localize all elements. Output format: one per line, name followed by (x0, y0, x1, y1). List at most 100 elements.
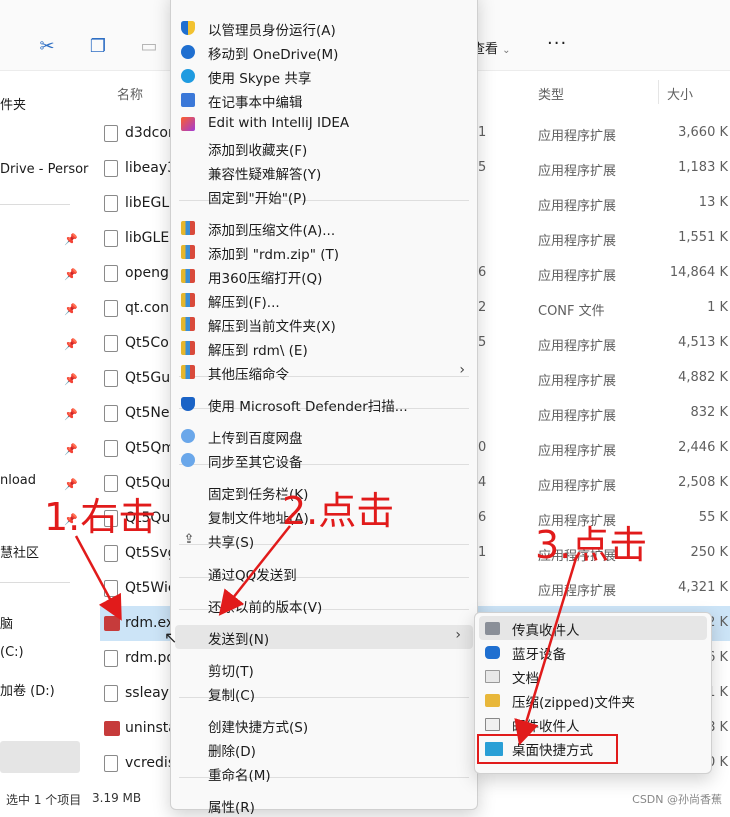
nav-item-community[interactable]: 慧社区 (0, 542, 39, 561)
menu-item-microsoft-defender[interactable]: 使用 Microsoft Defender扫描... (171, 392, 477, 416)
menu-item-p[interactable]: 固定到"开始"(P) (171, 184, 477, 208)
menu-item-label: 重命名(M) (208, 768, 271, 784)
menu-item-y[interactable]: 兼容性疑难解答(Y) (171, 160, 477, 184)
menu-item-label: 用360压缩打开(Q) (208, 271, 323, 287)
send-to-label: 邮件收件人 (512, 719, 580, 735)
menu-item-t[interactable]: 剪切(T) (171, 657, 477, 681)
send-to-item-zip-folder[interactable]: 压缩(zipped)文件夹 (475, 688, 711, 712)
file-name: openg (125, 265, 169, 281)
file-type: 应用程序扩展 (538, 234, 617, 249)
send-to-item-document[interactable]: 文档 (475, 664, 711, 688)
menu-item-m[interactable]: 重命名(M) (171, 761, 477, 785)
file-name: Qt5Ne (125, 405, 170, 421)
file-type: 应用程序扩展 (538, 164, 617, 179)
send-to-item-fax[interactable]: 传真收件人 (479, 616, 707, 640)
paste-icon[interactable]: ▭ (138, 36, 160, 58)
nav-item-download[interactable]: nload (0, 473, 36, 488)
pin-icon: 📌 (64, 268, 78, 281)
navigation-pane: 件夹 Drive - Persor 📌 📌 📌 📌 📌 📌 📌 nload 📌 … (0, 70, 88, 790)
file-date: 5 (478, 160, 487, 175)
menu-item-label: 解压到当前文件夹(X) (208, 319, 336, 335)
menu-item-label: 共享(S) (208, 535, 255, 551)
file-icon (104, 195, 118, 212)
menu-item-onedrive-m[interactable]: 移动到 OneDrive(M) (171, 40, 477, 64)
menu-item-n[interactable]: 发送到(N) › (175, 625, 473, 649)
send-to-item-bluetooth[interactable]: 蓝牙设备 (475, 640, 711, 664)
menu-item-label: 添加到 "rdm.zip" (T) (208, 247, 340, 263)
menu-item-skype[interactable]: 使用 Skype 共享 (171, 64, 477, 88)
bluetooth-icon (485, 646, 500, 659)
send-to-label: 传真收件人 (512, 623, 580, 639)
file-size: 1 K (707, 300, 728, 315)
menu-item-a[interactable]: 添加到压缩文件(A)... (171, 216, 477, 240)
cut-icon[interactable]: ✂ (36, 36, 58, 58)
shield-icon (181, 21, 195, 35)
menu-item-v[interactable]: 还原以前的版本(V) (171, 593, 477, 617)
menu-item-c[interactable]: 复制(C) (171, 681, 477, 705)
archive-icon (181, 293, 195, 307)
column-header-name[interactable]: 名称 (117, 84, 143, 103)
file-type: 应用程序扩展 (538, 269, 617, 284)
menu-item-qq[interactable]: 通过QQ发送到 (171, 561, 477, 585)
column-header-type[interactable]: 类型 (538, 84, 564, 103)
file-size: 13 K (698, 195, 728, 210)
archive-icon (181, 245, 195, 259)
file-icon (104, 545, 118, 562)
menu-item-item-3[interactable]: 在记事本中编辑 (171, 88, 477, 112)
menu-item-label: 通过QQ发送到 (208, 568, 297, 584)
menu-item-f[interactable]: 解压到(F)... (171, 288, 477, 312)
notepad-icon (181, 93, 195, 107)
menu-item-label: 其他压缩命令 (208, 367, 289, 383)
menu-item-360-q[interactable]: 用360压缩打开(Q) (171, 264, 477, 288)
file-date: 4 (478, 475, 487, 490)
menu-item-item-17[interactable]: 同步至其它设备 (171, 448, 477, 472)
file-icon (104, 370, 118, 387)
file-icon (104, 265, 118, 282)
defender-icon (181, 397, 195, 411)
send-to-item-mail[interactable]: 邮件收件人 (475, 712, 711, 736)
menu-item-rdm-zip-t[interactable]: 添加到 "rdm.zip" (T) (171, 240, 477, 264)
menu-item-edit-with-intellij-idea[interactable]: Edit with IntelliJ IDEA (171, 112, 477, 136)
nav-item-onedrive[interactable]: Drive - Persor (0, 162, 88, 177)
file-size: 4,882 K (678, 370, 728, 385)
menu-item-label: 添加到收藏夹(F) (208, 143, 308, 159)
file-icon (104, 440, 118, 457)
nav-item-this-pc[interactable]: 脑 (0, 613, 13, 632)
context-menu: 以管理员身份运行(A) 移动到 OneDrive(M) 使用 Skype 共享 在记事… (170, 0, 478, 816)
menu-item-label: 复制(C) (208, 688, 255, 704)
file-name: vcredis (125, 755, 176, 771)
column-header-size[interactable]: 大小 (667, 84, 693, 103)
file-size: 250 K (690, 545, 728, 560)
menu-item-x[interactable]: 解压到当前文件夹(X) (171, 312, 477, 336)
archive-icon (181, 341, 195, 355)
nav-item-drive-d[interactable]: 加卷 (D:) (0, 680, 55, 699)
menu-item-label: 删除(D) (208, 744, 256, 760)
file-date: 5 (478, 335, 487, 350)
file-size: 55 K (698, 510, 728, 525)
menu-item-a[interactable]: 以管理员身份运行(A) (171, 16, 477, 40)
archive-icon (181, 317, 195, 331)
menu-item-rdm-e[interactable]: 解压到 rdm\ (E) (171, 336, 477, 360)
menu-item-f[interactable]: 添加到收藏夹(F) (171, 136, 477, 160)
more-button[interactable]: ··· (547, 33, 567, 54)
send-to-label: 文档 (512, 671, 539, 687)
nav-item-folder[interactable]: 件夹 (0, 94, 26, 113)
menu-item-item-14[interactable]: 其他压缩命令 › (171, 360, 477, 384)
menu-item-item-16[interactable]: 上传到百度网盘 (171, 424, 477, 448)
copy-icon[interactable]: ❐ (87, 36, 109, 58)
menu-item-s[interactable]: 创建快捷方式(S) (171, 713, 477, 737)
file-size: 832 K (690, 405, 728, 420)
file-name: Qt5Wic (125, 580, 176, 596)
file-size: 3,660 K (678, 125, 728, 140)
document-icon (485, 670, 500, 683)
nav-divider (0, 204, 70, 205)
menu-item-label: 发送到(N) (208, 632, 270, 648)
menu-item-d[interactable]: 删除(D) (171, 737, 477, 761)
menu-item-r[interactable]: 属性(R) (171, 793, 477, 817)
file-date: 6 (478, 510, 487, 525)
nav-item-drive-c[interactable]: (C:) (0, 645, 24, 660)
menu-item-label: 固定到"开始"(P) (208, 191, 307, 207)
archive-icon (181, 269, 195, 283)
file-icon (104, 650, 118, 667)
file-type: 应用程序扩展 (538, 409, 617, 424)
